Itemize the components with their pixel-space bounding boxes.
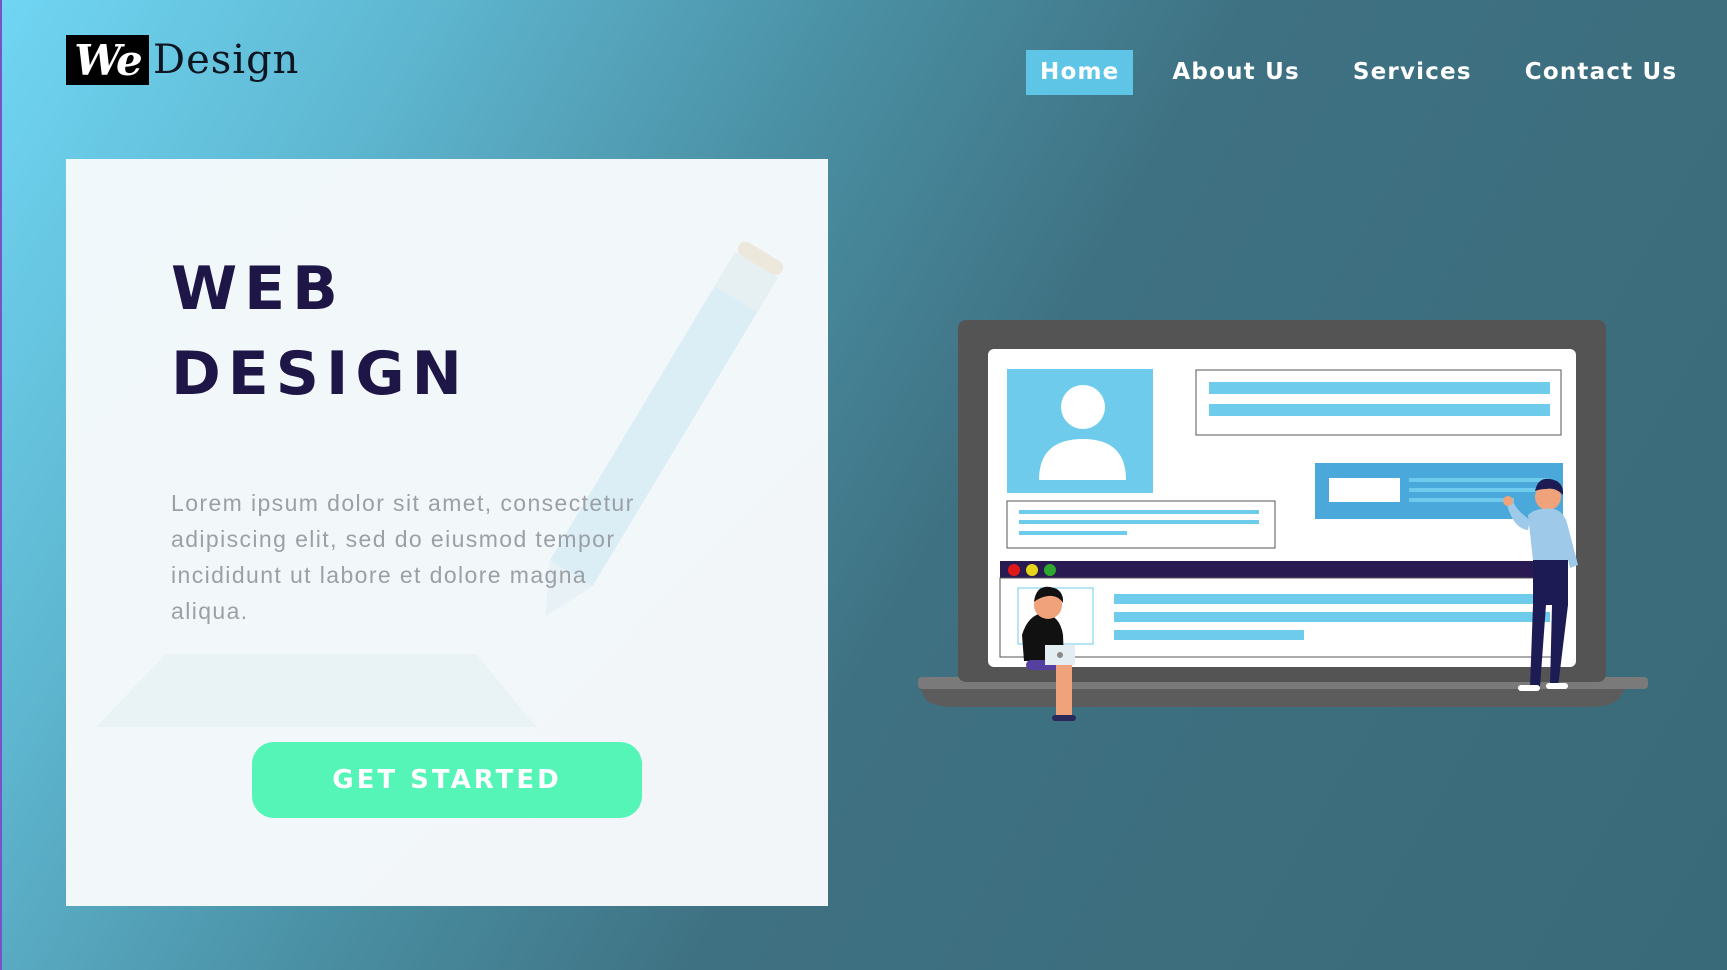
nav-item-contact-us[interactable]: Contact Us: [1511, 50, 1692, 95]
left-edge-line: [0, 0, 2, 970]
hero-title-line1: WEB: [171, 254, 345, 324]
hero-description-line: incididunt ut labore et dolore magna: [171, 562, 588, 588]
logo[interactable]: We Design: [66, 34, 299, 86]
nav-item-about-us[interactable]: About Us: [1158, 50, 1313, 95]
hero-description-line: adipiscing elit, sed do eiusmod tempor: [171, 526, 616, 552]
hero-description-line: aliqua.: [171, 598, 249, 624]
laptop-illustration: [918, 320, 1648, 721]
logo-mark: We: [66, 35, 149, 85]
nav-item-home[interactable]: Home: [1026, 50, 1134, 95]
nav-item-services[interactable]: Services: [1339, 50, 1486, 95]
get-started-button[interactable]: GET STARTED: [252, 742, 642, 818]
logo-word: Design: [153, 37, 300, 83]
hero-description: Lorem ipsum dolor sit amet, consectetur …: [171, 485, 691, 629]
get-started-label: GET STARTED: [332, 765, 562, 795]
hero-card: WEB DESIGN Lorem ipsum dolor sit amet, c…: [66, 159, 828, 906]
hero-title-line2: DESIGN: [171, 339, 469, 409]
main-nav: Home About Us Services Contact Us: [1026, 50, 1691, 95]
hero-description-line: Lorem ipsum dolor sit amet, consectetur: [171, 490, 635, 516]
